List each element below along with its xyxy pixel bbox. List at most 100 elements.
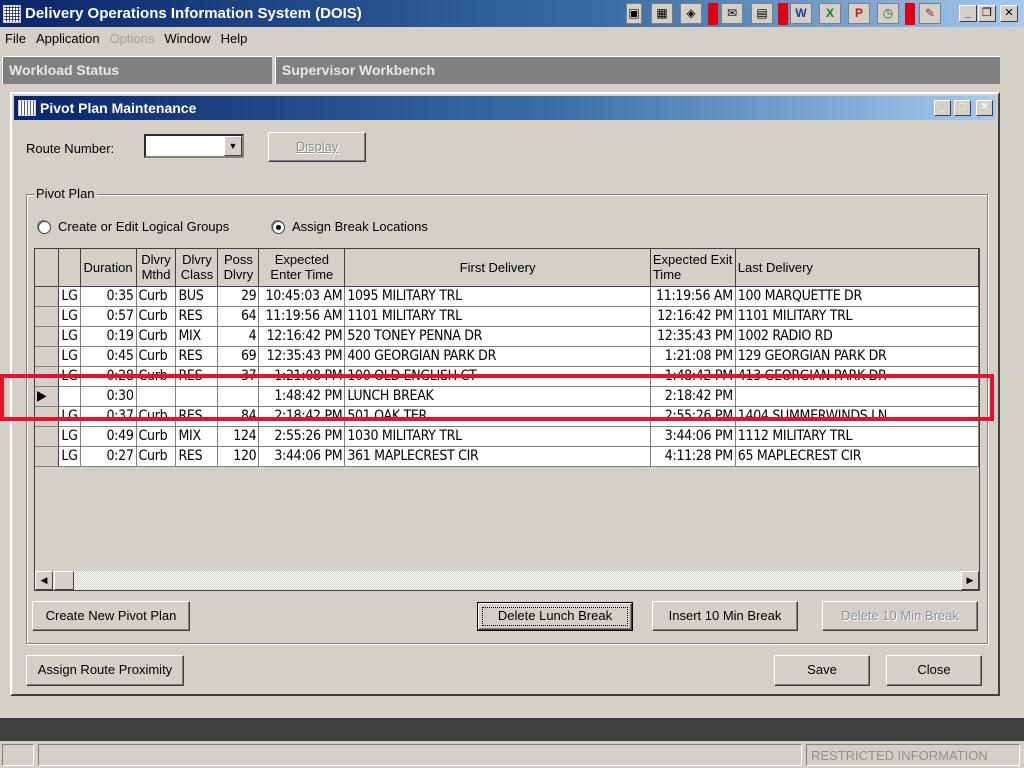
cell-duration: 0:19 [80,326,137,347]
row-selector[interactable]: ▶ [35,386,60,407]
table-row[interactable]: LG 0:37 Curb RES 84 2:18:42 PM 501 OAK TER 2:55… [35,406,979,427]
menu-application[interactable]: Application [31,31,105,46]
word-icon[interactable]: W [790,3,812,24]
route-number-select[interactable]: ▼ [144,134,244,158]
scroll-left-icon[interactable]: ◀ [35,571,53,590]
pivot-plan-grid[interactable]: Duration Dlvry Mthd Dlvry Class Poss Dlv… [34,248,980,591]
cell-dlvry-class: BUS [175,286,219,307]
cell-enter-time: 12:16:42 PM [258,326,346,347]
row-selector[interactable] [35,346,60,367]
table-row[interactable]: LG 0:19 Curb MIX 4 12:16:42 PM 520 TONEY PENNA… [35,326,979,347]
minimize-button[interactable]: _ [959,5,977,22]
close-window-button[interactable]: ✕ [1000,5,1018,22]
child-close-button[interactable]: ✕ [976,100,993,116]
cell-first-delivery: 361 MAPLECREST CIR [344,446,651,467]
form-icon[interactable]: ▤ [751,3,773,24]
cell-poss-dlvry: 124 [217,426,260,447]
cell-exit-time: 1:21:08 PM [650,346,736,367]
cell-type: LG [58,406,81,427]
close-button[interactable]: Close [886,655,982,686]
cell-last-delivery: 1112 MILITARY TRL [735,426,979,447]
cell-type: LG [58,426,81,447]
chevron-down-icon[interactable]: ▼ [224,136,242,156]
insert-10-min-break-button[interactable]: Insert 10 Min Break [652,601,798,631]
column-header-poss-dlvry[interactable]: Poss Dlvry [217,249,260,287]
pivot-plan-title-bar[interactable]: Pivot Plan Maintenance _ □ ✕ [14,96,996,120]
table-row[interactable]: ▶ 0:30 1:48:42 PM LUNCH BREAK 2:18:42 PM [35,386,979,407]
radio-break-locations[interactable] [272,221,285,234]
restore-button[interactable]: ❐ [978,5,996,22]
column-header-duration[interactable]: Duration [80,249,137,287]
tab-supervisor-workbench[interactable]: Supervisor Workbench [275,56,1000,84]
cell-enter-time: 2:18:42 PM [258,406,346,427]
clock-icon[interactable]: ◷ [877,3,899,24]
cell-dlvry-class: RES [175,306,219,327]
table-row[interactable]: LG 0:27 Curb RES 120 3:44:06 PM 361 MAPLECREST… [35,446,979,467]
child-minimize-button[interactable]: _ [934,100,951,116]
menu-window[interactable]: Window [159,31,215,46]
row-selector[interactable] [35,366,60,387]
tray-separator [708,3,718,25]
status-restricted: RESTRICTED INFORMATION [806,744,1020,766]
cell-dlvry-mthd: Curb [136,366,177,387]
cell-exit-time: 11:19:56 AM [650,286,736,307]
excel-icon[interactable]: X [819,3,841,24]
cell-type: LG [58,286,81,307]
cell-dlvry-mthd: Curb [136,406,177,427]
cell-poss-dlvry: 64 [217,306,260,327]
cell-poss-dlvry: 69 [217,346,260,367]
table-row[interactable]: LG 0:35 Curb BUS 29 10:45:03 AM 1095 MILITARY … [35,286,979,307]
toolbox-icon[interactable]: ◈ [680,3,702,24]
cell-first-delivery: LUNCH BREAK [344,386,651,407]
tab-workload-status[interactable]: Workload Status [2,56,272,84]
pen-icon[interactable]: ✎ [919,3,941,24]
main-title-bar[interactable]: Delivery Operations Information System (… [0,0,1024,27]
cell-dlvry-mthd: Curb [136,286,177,307]
cell-last-delivery: 1101 MILITARY TRL [735,306,979,327]
column-header-dlvry-class[interactable]: Dlvry Class [175,249,219,287]
create-new-pivot-plan-button[interactable]: Create New Pivot Plan [32,601,190,631]
radio-break-locations-label[interactable]: Assign Break Locations [292,219,428,234]
cell-type: LG [58,306,81,327]
save-button[interactable]: Save [774,655,870,686]
horizontal-scrollbar[interactable]: ◀ ▶ [35,571,979,590]
scroll-right-icon[interactable]: ▶ [961,571,979,590]
row-selector[interactable] [35,326,60,347]
cell-poss-dlvry: 29 [217,286,260,307]
mail-icon[interactable]: ✉ [721,3,743,24]
cell-exit-time: 3:44:06 PM [650,426,736,447]
table-row[interactable]: LG 0:49 Curb MIX 124 2:55:26 PM 1030 MILITARY … [35,426,979,447]
workspace-bottom [0,718,1024,741]
row-selector[interactable] [35,406,60,427]
column-header-dlvry-mthd[interactable]: Dlvry Mthd [136,249,177,287]
table-row[interactable]: LG 0:45 Curb RES 69 12:35:43 PM 400 GEORGIAN P… [35,346,979,367]
cell-exit-time: 2:18:42 PM [650,386,736,407]
row-selector[interactable] [35,446,60,467]
radio-logical-groups[interactable] [38,221,51,234]
row-selector[interactable] [35,426,60,447]
app-switch-icon[interactable]: ▣ [626,3,642,24]
table-row[interactable]: LG 0:57 Curb RES 64 11:19:56 AM 1101 MILITARY … [35,306,979,327]
column-header-enter-time[interactable]: Expected Enter Time [258,249,346,287]
cell-dlvry-class: RES [175,406,219,427]
cell-dlvry-mthd: Curb [136,346,177,367]
column-header-last-delivery[interactable]: Last Delivery [735,249,979,287]
child-maximize-button[interactable]: □ [954,100,971,116]
menu-help[interactable]: Help [216,31,253,46]
powerpoint-icon[interactable]: P [848,3,870,24]
column-header-exit-time[interactable]: Expected Exit Time [650,249,736,287]
row-selector[interactable] [35,306,60,327]
cell-duration: 0:30 [80,386,137,407]
scroll-thumb[interactable] [54,571,74,590]
radio-logical-groups-label[interactable]: Create or Edit Logical Groups [58,219,229,234]
row-selector[interactable] [35,286,60,307]
cell-duration: 0:27 [80,446,137,467]
calendar-icon[interactable]: ▦ [651,3,673,24]
assign-route-proximity-button[interactable]: Assign Route Proximity [26,655,184,686]
cell-poss-dlvry [217,386,260,407]
table-row[interactable]: LG 0:28 Curb RES 37 1:21:08 PM 100 OLD ENGLISH… [35,366,979,387]
menu-file[interactable]: File [0,31,31,46]
column-header-first-delivery[interactable]: First Delivery [344,249,651,287]
delete-lunch-break-button[interactable]: Delete Lunch Break [477,602,633,631]
column-header-type [58,249,81,287]
